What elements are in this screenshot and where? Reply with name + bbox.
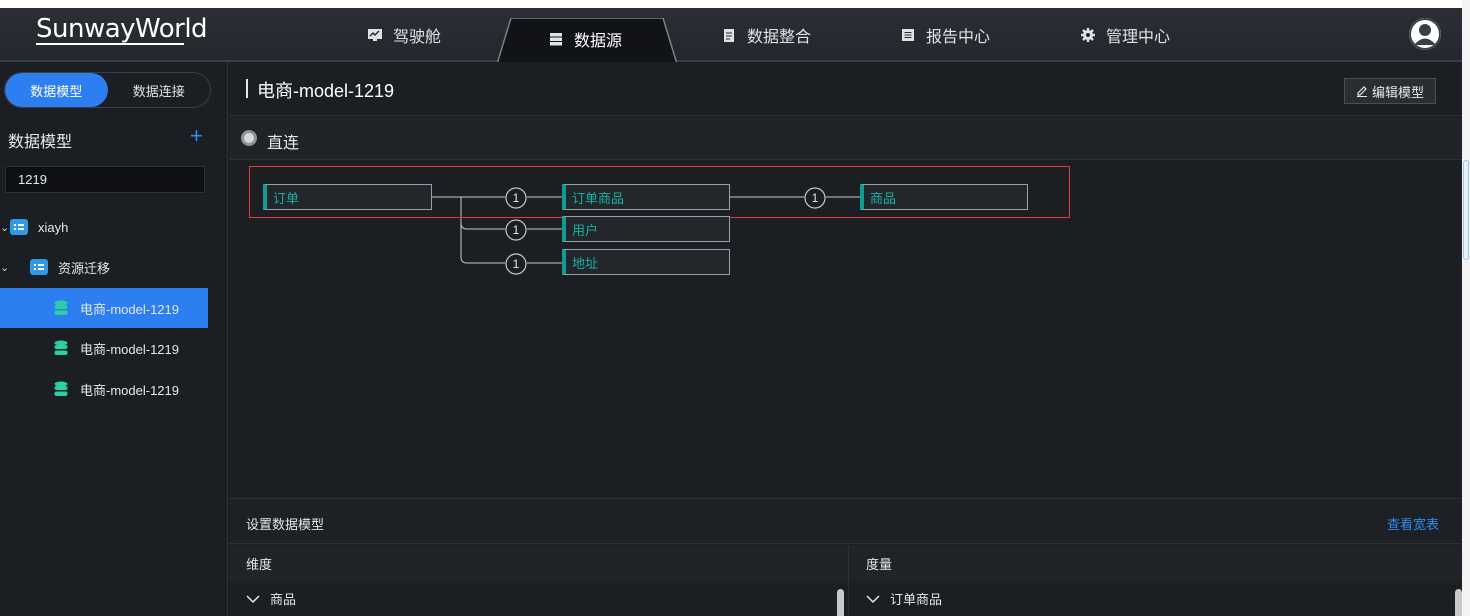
table-node-address[interactable]: 地址 [562,249,730,275]
page-scrollbar-thumb[interactable] [1463,160,1469,260]
chevron-down-icon[interactable]: ⌄ [0,261,10,274]
tree-folder-resource-migration[interactable]: ⌄ 资源迁移 [0,247,208,287]
nav-item-admin-center[interactable]: 管理中心 [1080,8,1170,62]
table-node-order-item[interactable]: 订单商品 [562,184,730,210]
measure-group-label: 订单商品 [890,592,943,607]
connection-mode-label: 直连 [267,135,300,152]
table-node-user[interactable]: 用户 [562,216,730,242]
measure-group-row[interactable]: 订单商品 [849,581,1462,616]
dimensions-header: 维度 [229,545,848,581]
nav-item-data-integration[interactable]: 数据整合 [721,8,811,62]
app-window: SunwayWorld 驾驶舱 数据源 数据整合 报告中心 管理中心 数据模型 … [0,8,1462,616]
top-navigation-bar: SunwayWorld 驾驶舱 数据源 数据整合 报告中心 管理中心 [0,8,1462,64]
nav-item-label: 报告中心 [926,29,991,46]
main-nav: 驾驶舱 数据源 数据整合 报告中心 管理中心 [0,8,1462,62]
page-title: 电商-model-1219 [257,81,395,101]
tab-data-model[interactable]: 数据模型 [5,73,108,107]
tree-item-label: xiayh [38,219,69,235]
tree-item-label: 电商-model-1219 [80,382,179,398]
sidebar-tabs: 数据模型 数据连接 [4,72,211,108]
edit-model-button[interactable]: 编辑模型 [1344,78,1436,104]
folder-list-icon [10,219,28,235]
table-node-product[interactable]: 商品 [860,184,1028,210]
database-icon [54,340,68,355]
nav-item-label: 管理中心 [1106,29,1171,46]
measures-header: 度量 [849,545,1462,581]
model-header: 电商-model-1219 编辑模型 [229,62,1462,116]
tree-folder-xiayh[interactable]: ⌄ xiayh [0,207,208,247]
tree-model-item[interactable]: 电商-model-1219 [0,288,208,328]
nav-item-label: 数据整合 [747,29,812,46]
tree-item-label: 电商-model-1219 [80,301,179,317]
chevron-down-icon [246,594,260,603]
sidebar-section-title: 数据模型 [8,134,73,151]
model-settings-bar: 设置数据模型 查看宽表 [229,500,1462,544]
nav-item-cockpit[interactable]: 驾驶舱 [367,8,441,62]
database-icon [54,300,68,315]
tree-item-label: 电商-model-1219 [80,341,179,357]
join-badge-label: 1 [513,257,520,271]
sidebar: 数据模型 数据连接 数据模型 + ⌄ xiayh ⌄ 资源迁移 电商-model… [0,62,228,616]
database-icon [54,381,68,396]
folder-list-icon [30,259,48,275]
nav-item-datasource[interactable]: 数据源 [548,12,622,66]
join-badge-label: 1 [513,223,520,237]
measure-scrollbar[interactable] [1455,589,1462,616]
tree-item-label: 资源迁移 [58,260,111,276]
pencil-icon [1356,86,1367,97]
nav-item-label: 数据源 [574,33,623,50]
user-avatar[interactable] [1409,18,1441,50]
chevron-down-icon[interactable]: ⌄ [0,221,10,234]
list-icon [900,27,916,43]
dimension-group-row[interactable]: 商品 [229,581,848,616]
add-model-button[interactable]: + [190,125,203,147]
page-scrollbar[interactable] [1462,0,1470,616]
dimension-measure-panel: 维度 度量 商品 订单商品 [229,545,1462,616]
model-diagram-canvas[interactable]: 1 1 1 1 订单 订单商品 商品 用户 地址 [229,161,1462,499]
monitor-icon [367,27,383,43]
view-wide-table-link[interactable]: 查看宽表 [1387,514,1439,533]
nav-item-report-center[interactable]: 报告中心 [900,8,990,62]
dimension-scrollbar[interactable] [837,589,844,616]
settings-title: 设置数据模型 [246,517,325,532]
tree-model-item[interactable]: 电商-model-1219 [0,328,208,368]
gear-icon [1080,27,1096,43]
connection-mode-row: 直连 [229,117,1462,160]
direct-connect-radio[interactable] [241,130,257,146]
search-input[interactable] [5,166,205,193]
server-icon [548,31,564,47]
edit-model-label: 编辑模型 [1371,84,1424,100]
main-panel: 电商-model-1219 编辑模型 直连 1 1 1 1 订单 订单商品 商品… [229,62,1462,616]
user-icon [1409,18,1441,50]
table-node-order[interactable]: 订单 [263,184,432,210]
dimension-group-label: 商品 [270,592,297,607]
tree-model-item[interactable]: 电商-model-1219 [0,369,208,409]
nav-item-label: 驾驶舱 [393,29,442,46]
title-accent-bar [246,79,248,98]
chevron-down-icon [866,594,880,603]
tab-data-connection[interactable]: 数据连接 [108,73,211,107]
document-icon [721,27,737,43]
